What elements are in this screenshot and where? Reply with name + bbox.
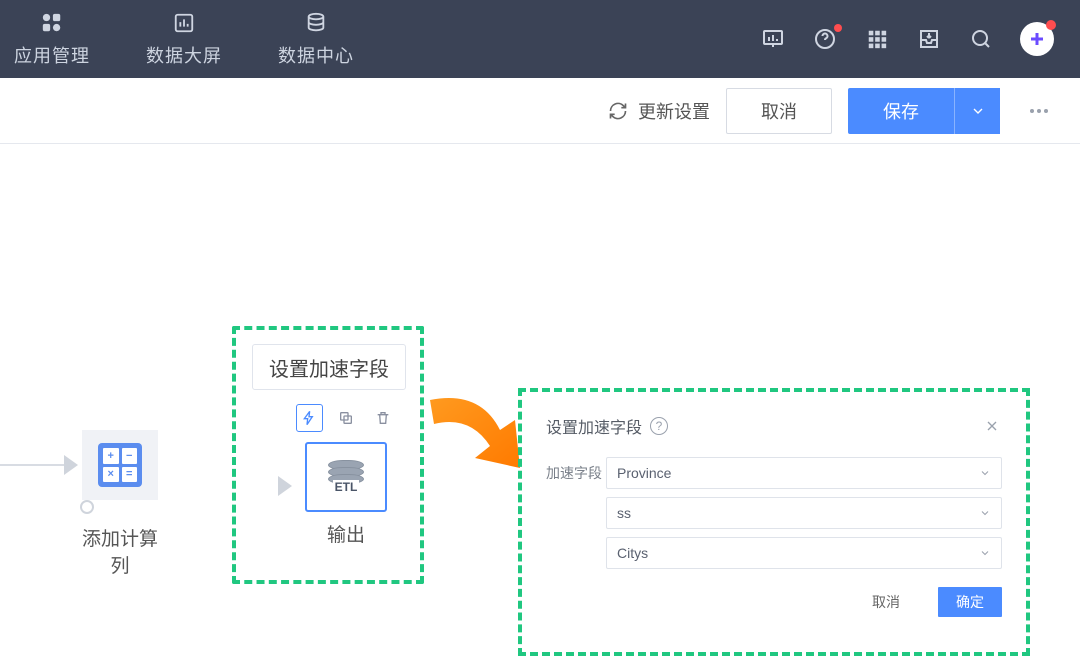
nav-item-apps[interactable]: 应用管理 (0, 0, 104, 78)
select-value: Province (617, 465, 671, 481)
port-in (278, 476, 292, 496)
dialog-confirm-label: 确定 (956, 594, 984, 610)
apps-grid-icon[interactable] (864, 26, 890, 52)
refresh-settings[interactable]: 更新设置 (608, 98, 710, 124)
port-out[interactable] (80, 500, 94, 514)
save-dropdown[interactable] (954, 88, 1000, 134)
select-value: ss (617, 505, 631, 521)
flow-canvas[interactable]: +−×= 添加计算列 设置加速字段 ETL (0, 144, 1080, 600)
accelerate-fields-dialog: 设置加速字段 ? 加速字段 Province ss Citys (532, 404, 1016, 640)
more-button[interactable] (1016, 99, 1062, 123)
port-in (64, 455, 78, 475)
delete-button[interactable] (369, 404, 396, 432)
accelerate-button[interactable] (296, 404, 323, 432)
top-nav-left: 应用管理 数据大屏 数据中心 (0, 0, 368, 78)
presentation-icon[interactable] (760, 26, 786, 52)
close-button[interactable] (982, 416, 1002, 436)
top-nav: 应用管理 数据大屏 数据中心 (0, 0, 1080, 78)
dialog-row: 加速字段 Province (532, 453, 1016, 493)
field-select-0[interactable]: Province (606, 457, 1002, 489)
dialog-header: 设置加速字段 ? (532, 404, 1016, 451)
nav-item-dashboard[interactable]: 数据大屏 (132, 0, 236, 78)
field-select-2[interactable]: Citys (606, 537, 1002, 569)
node-label: 添加计算列 (80, 524, 160, 578)
copy-button[interactable] (333, 404, 360, 432)
help-icon[interactable]: ? (650, 417, 668, 435)
nav-item-label: 数据中心 (278, 42, 354, 68)
database-icon (300, 10, 332, 36)
top-nav-right (760, 22, 1068, 56)
edge (0, 464, 64, 466)
save-button-group: 保存 (848, 88, 1000, 134)
etl-database-icon: ETL (328, 460, 364, 494)
nav-item-label: 数据大屏 (146, 42, 222, 68)
select-value: Citys (617, 545, 648, 561)
dialog-cancel-label: 取消 (872, 594, 900, 610)
search-icon[interactable] (968, 26, 994, 52)
tooltip-text: 设置加速字段 (269, 353, 389, 382)
help-icon[interactable] (812, 26, 838, 52)
chevron-down-icon (979, 507, 991, 519)
nav-item-label: 应用管理 (14, 42, 90, 68)
save-label: 保存 (883, 98, 919, 124)
chevron-down-icon (979, 467, 991, 479)
nav-item-datacenter[interactable]: 数据中心 (264, 0, 368, 78)
calculator-icon: +−×= (98, 443, 142, 487)
chevron-down-icon (979, 547, 991, 559)
refresh-label: 更新设置 (638, 98, 710, 124)
node-box: +−×= (82, 430, 158, 500)
bolt-icon (301, 410, 317, 426)
node-add-computed-column[interactable]: +−×= 添加计算列 (80, 430, 160, 578)
node-output[interactable]: ETL 输出 (296, 404, 396, 547)
notification-dot (1046, 20, 1056, 30)
save-button[interactable]: 保存 (848, 88, 954, 134)
dialog-row: Citys (532, 533, 1016, 573)
node-label: 输出 (296, 520, 396, 547)
notification-dot (834, 24, 842, 32)
dialog-row: ss (532, 493, 1016, 533)
action-bar: 更新设置 取消 保存 (0, 78, 1080, 144)
apps-icon (36, 10, 68, 36)
field-label: 加速字段 (546, 463, 606, 483)
dialog-confirm-button[interactable]: 确定 (938, 587, 1002, 617)
field-select-1[interactable]: ss (606, 497, 1002, 529)
chevron-down-icon (970, 103, 986, 119)
dashboard-icon (168, 10, 200, 36)
close-icon (984, 418, 1000, 434)
cancel-label: 取消 (761, 98, 797, 124)
callout-arrow-icon (420, 390, 530, 480)
dialog-footer: 取消 确定 (532, 573, 1016, 617)
avatar[interactable] (1020, 22, 1054, 56)
inbox-icon[interactable] (916, 26, 942, 52)
dialog-title: 设置加速字段 (546, 414, 642, 438)
cancel-button[interactable]: 取消 (726, 88, 832, 134)
node-tooltip: 设置加速字段 (252, 344, 406, 390)
copy-icon (338, 410, 354, 426)
node-mini-toolbar (296, 404, 396, 432)
trash-icon (375, 410, 391, 426)
refresh-icon (608, 101, 628, 121)
dialog-cancel-button[interactable]: 取消 (854, 587, 918, 617)
more-icon (1027, 99, 1051, 123)
etl-text: ETL (333, 480, 360, 494)
node-box: ETL (305, 442, 387, 512)
